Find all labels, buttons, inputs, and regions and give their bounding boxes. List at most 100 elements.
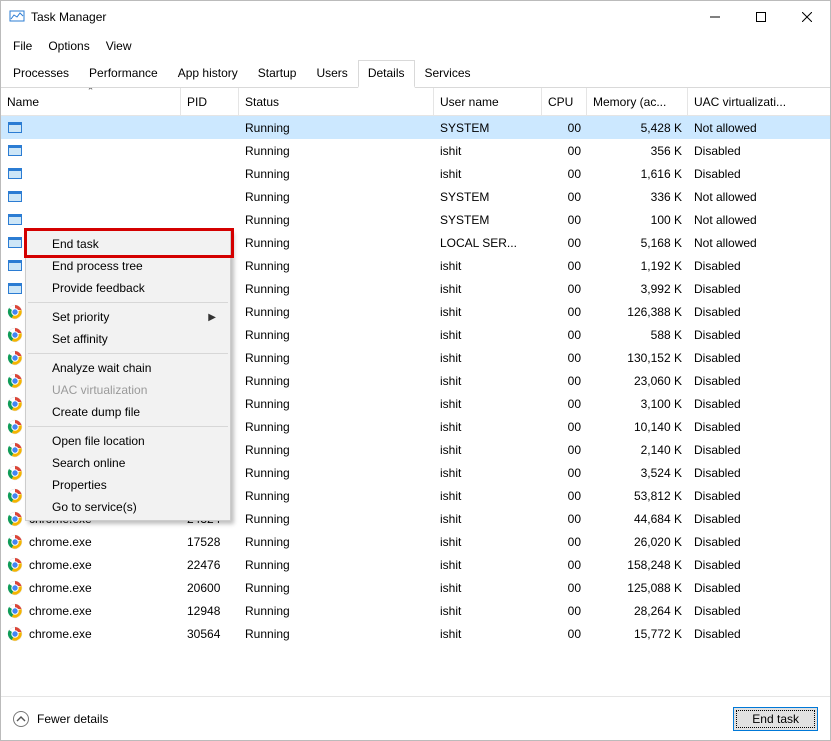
cell-status: Running [239, 190, 434, 204]
table-row[interactable]: Runningishit00356 KDisabled [1, 139, 830, 162]
cell-name: chrome.exe [1, 580, 181, 596]
tab-services[interactable]: Services [415, 60, 481, 88]
context-menu: End task End process tree Provide feedba… [25, 230, 231, 521]
process-icon [7, 120, 23, 136]
fewer-details-label: Fewer details [37, 712, 108, 726]
cell-user: ishit [434, 282, 542, 296]
cell-cpu: 00 [542, 144, 587, 158]
tab-processes[interactable]: Processes [3, 60, 79, 88]
ctx-properties[interactable]: Properties [26, 474, 230, 496]
cell-status: Running [239, 397, 434, 411]
cell-cpu: 00 [542, 512, 587, 526]
col-user[interactable]: User name [434, 88, 542, 115]
cell-status: Running [239, 144, 434, 158]
col-name[interactable]: Name⌃ [1, 88, 181, 115]
cell-user: ishit [434, 420, 542, 434]
cell-cpu: 00 [542, 374, 587, 388]
minimize-button[interactable] [692, 1, 738, 33]
ctx-create-dump-file[interactable]: Create dump file [26, 401, 230, 423]
tab-details[interactable]: Details [358, 60, 415, 88]
process-icon [7, 603, 23, 619]
process-icon [7, 143, 23, 159]
table-row[interactable]: RunningSYSTEM00336 KNot allowed [1, 185, 830, 208]
ctx-end-process-tree[interactable]: End process tree [26, 255, 230, 277]
col-name-label: Name [7, 95, 39, 109]
cell-cpu: 00 [542, 581, 587, 595]
cell-cpu: 00 [542, 213, 587, 227]
table-row[interactable]: chrome.exe22476Runningishit00158,248 KDi… [1, 553, 830, 576]
table-row[interactable]: chrome.exe17528Runningishit0026,020 KDis… [1, 530, 830, 553]
cell-name: chrome.exe [1, 557, 181, 573]
cell-status: Running [239, 627, 434, 641]
ctx-analyze-wait-chain[interactable]: Analyze wait chain [26, 357, 230, 379]
end-task-button[interactable]: End task [733, 707, 818, 731]
cell-cpu: 00 [542, 121, 587, 135]
tab-performance[interactable]: Performance [79, 60, 168, 88]
cell-memory: 336 K [587, 190, 688, 204]
cell-name [1, 143, 181, 159]
cell-memory: 2,140 K [587, 443, 688, 457]
cell-status: Running [239, 213, 434, 227]
ctx-set-priority[interactable]: Set priority▶ [26, 306, 230, 328]
cell-user: ishit [434, 374, 542, 388]
cell-memory: 3,992 K [587, 282, 688, 296]
maximize-button[interactable] [738, 1, 784, 33]
menubar: File Options View [1, 33, 830, 59]
table-row[interactable]: chrome.exe20600Runningishit00125,088 KDi… [1, 576, 830, 599]
cell-uac: Not allowed [688, 236, 818, 250]
cell-memory: 158,248 K [587, 558, 688, 572]
col-memory[interactable]: Memory (ac... [587, 88, 688, 115]
col-uac[interactable]: UAC virtualizati... [688, 88, 818, 115]
menu-options[interactable]: Options [40, 37, 97, 55]
cell-pid: 20600 [181, 581, 239, 595]
cell-status: Running [239, 282, 434, 296]
menu-view[interactable]: View [98, 37, 140, 55]
cell-uac: Disabled [688, 489, 818, 503]
cell-cpu: 00 [542, 282, 587, 296]
cell-cpu: 00 [542, 190, 587, 204]
col-cpu[interactable]: CPU [542, 88, 587, 115]
cell-cpu: 00 [542, 397, 587, 411]
cell-cpu: 00 [542, 236, 587, 250]
tab-users[interactable]: Users [306, 60, 357, 88]
cell-memory: 53,812 K [587, 489, 688, 503]
process-icon [7, 396, 23, 412]
ctx-provide-feedback[interactable]: Provide feedback [26, 277, 230, 299]
table-row[interactable]: RunningSYSTEM005,428 KNot allowed [1, 116, 830, 139]
cell-uac: Disabled [688, 397, 818, 411]
cell-status: Running [239, 420, 434, 434]
cell-memory: 10,140 K [587, 420, 688, 434]
cell-cpu: 00 [542, 558, 587, 572]
cell-status: Running [239, 167, 434, 181]
cell-uac: Disabled [688, 558, 818, 572]
ctx-end-task[interactable]: End task [26, 233, 230, 255]
cell-memory: 1,192 K [587, 259, 688, 273]
tab-app-history[interactable]: App history [168, 60, 248, 88]
cell-user: ishit [434, 581, 542, 595]
cell-cpu: 00 [542, 259, 587, 273]
cell-cpu: 00 [542, 489, 587, 503]
ctx-open-file-location[interactable]: Open file location [26, 430, 230, 452]
col-status[interactable]: Status [239, 88, 434, 115]
table-row[interactable]: Runningishit001,616 KDisabled [1, 162, 830, 185]
ctx-search-online[interactable]: Search online [26, 452, 230, 474]
cell-name [1, 120, 181, 136]
ctx-set-affinity[interactable]: Set affinity [26, 328, 230, 350]
cell-memory: 23,060 K [587, 374, 688, 388]
cell-cpu: 00 [542, 627, 587, 641]
ctx-go-to-services[interactable]: Go to service(s) [26, 496, 230, 518]
table-row[interactable]: chrome.exe12948Runningishit0028,264 KDis… [1, 599, 830, 622]
table-row[interactable]: chrome.exe30564Runningishit0015,772 KDis… [1, 622, 830, 645]
process-name: chrome.exe [29, 627, 92, 641]
details-grid: Name⌃ PID Status User name CPU Memory (a… [1, 88, 830, 696]
table-row[interactable]: RunningSYSTEM00100 KNot allowed [1, 208, 830, 231]
cell-status: Running [239, 558, 434, 572]
tab-startup[interactable]: Startup [248, 60, 307, 88]
col-pid[interactable]: PID [181, 88, 239, 115]
process-icon [7, 488, 23, 504]
fewer-details-toggle[interactable]: Fewer details [13, 711, 108, 727]
cell-uac: Disabled [688, 351, 818, 365]
titlebar[interactable]: Task Manager [1, 1, 830, 33]
menu-file[interactable]: File [5, 37, 40, 55]
close-button[interactable] [784, 1, 830, 33]
